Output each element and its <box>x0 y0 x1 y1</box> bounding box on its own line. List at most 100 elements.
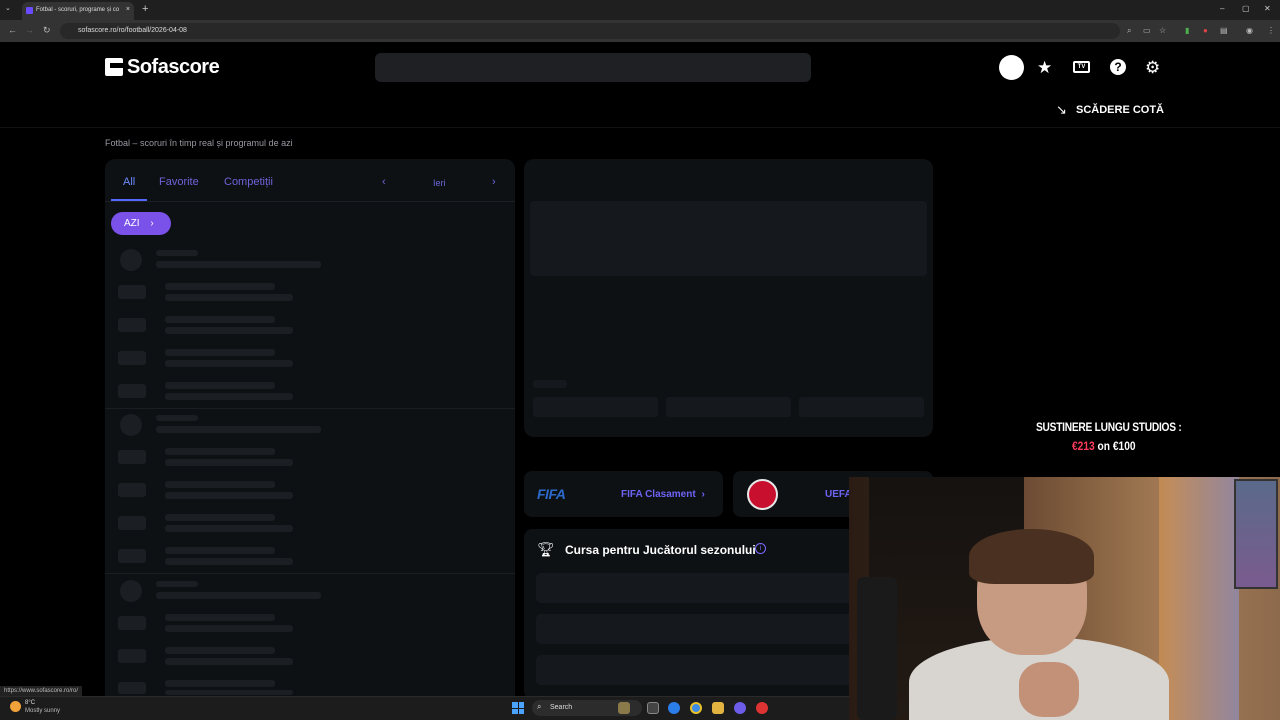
today-button-label: AZI <box>124 218 140 229</box>
loading-placeholder <box>165 614 275 621</box>
loading-placeholder <box>165 558 293 565</box>
loading-placeholder <box>165 459 293 466</box>
menu-kebab-icon[interactable]: ⋮ <box>1267 26 1275 35</box>
loading-placeholder <box>165 680 275 687</box>
loading-placeholder <box>118 549 146 563</box>
minimize-button[interactable]: – <box>1220 4 1224 13</box>
loading-placeholder <box>165 625 293 632</box>
profile-icon[interactable]: ◉ <box>1246 26 1253 35</box>
close-tab-icon[interactable]: × <box>126 6 130 13</box>
chevron-right-icon[interactable]: › <box>492 176 496 188</box>
loading-placeholder <box>165 647 275 654</box>
webcam-background <box>1234 479 1278 589</box>
loading-placeholder <box>165 283 275 290</box>
search-input[interactable] <box>375 53 811 82</box>
loading-placeholder <box>118 649 146 663</box>
loading-placeholder <box>118 285 146 299</box>
task-view-icon[interactable] <box>647 702 659 714</box>
extension-icon[interactable]: ▮ <box>1185 26 1189 35</box>
forward-icon[interactable]: → <box>25 25 34 35</box>
page-title: Fotbal – scoruri în timp real și program… <box>105 138 293 148</box>
loading-placeholder <box>118 682 146 694</box>
loading-placeholder <box>156 250 198 256</box>
uefa-ranking-link[interactable]: UEFA <box>825 489 852 500</box>
loading-placeholder <box>120 580 142 602</box>
tab-all[interactable]: All <box>123 176 135 188</box>
info-icon[interactable]: i <box>755 543 766 554</box>
app-icon[interactable] <box>756 702 768 714</box>
donation-goal: €100 <box>1112 439 1136 453</box>
tv-icon[interactable]: TV <box>1073 61 1090 73</box>
webcam-background <box>1159 477 1239 720</box>
extensions-puzzle-icon[interactable]: ▤ <box>1220 26 1228 35</box>
favorites-star-icon[interactable]: ★ <box>1037 58 1052 78</box>
edge-browser-icon[interactable] <box>668 702 680 714</box>
loading-placeholder <box>156 415 198 421</box>
section-divider <box>105 408 515 409</box>
odds-drop-link[interactable]: SCĂDERE COTĂ <box>1076 104 1164 116</box>
section-divider <box>105 573 515 574</box>
loading-placeholder <box>165 525 293 532</box>
discord-icon[interactable] <box>734 702 746 714</box>
maximize-button[interactable]: ▢ <box>1242 4 1250 13</box>
loading-placeholder <box>165 690 293 695</box>
help-icon[interactable]: ? <box>1110 59 1126 75</box>
settings-gear-icon[interactable]: ⚙ <box>1145 58 1160 78</box>
loading-placeholder <box>156 426 321 433</box>
browser-tab-bar <box>0 0 1280 20</box>
loading-placeholder <box>666 397 791 417</box>
webcam-overlay <box>849 477 1280 720</box>
search-icon: ⌕ <box>537 702 542 711</box>
trending-down-icon[interactable]: ↘ <box>1056 102 1067 118</box>
favicon-icon <box>26 7 33 14</box>
bookmark-star-icon[interactable]: ☆ <box>1159 26 1166 35</box>
trophy-icon: 🏆︎ <box>537 541 555 557</box>
loading-placeholder <box>165 382 275 389</box>
zoom-icon[interactable]: ⌕ <box>1127 26 1131 36</box>
new-tab-button[interactable]: + <box>142 3 148 15</box>
sofascore-logo-icon[interactable] <box>105 58 123 76</box>
loading-placeholder <box>118 483 146 497</box>
donation-separator: on <box>1097 439 1111 453</box>
header-divider <box>0 127 1280 128</box>
fifa-logo: FIFA <box>537 486 566 502</box>
player-race-title: Cursa pentru Jucătorul sezonului <box>565 543 756 557</box>
chevron-left-icon[interactable]: ‹ <box>382 176 386 188</box>
weather-description[interactable]: Mostly sunny <box>25 708 60 714</box>
streamer-hair <box>969 529 1094 584</box>
chevron-right-icon: › <box>701 489 705 500</box>
back-icon[interactable]: ← <box>8 25 17 35</box>
windows-start-icon[interactable] <box>512 702 524 714</box>
fifa-ranking-link[interactable]: FIFA Clasament › <box>621 489 705 500</box>
donation-title: SUSTINERE LUNGU STUDIOS : <box>1036 420 1182 434</box>
loading-placeholder <box>156 592 321 599</box>
reload-icon[interactable]: ↻ <box>43 25 51 36</box>
tab-favorites[interactable]: Favorite <box>159 176 199 188</box>
widgets-icon[interactable] <box>618 702 630 714</box>
chrome-browser-icon[interactable] <box>690 702 702 714</box>
avatar[interactable] <box>999 55 1024 80</box>
tabs-divider <box>105 201 515 202</box>
extension-icon[interactable]: ● <box>1203 26 1208 35</box>
sofascore-logo[interactable]: Sofascore <box>127 56 220 79</box>
loading-placeholder <box>120 249 142 271</box>
weather-sun-icon[interactable] <box>10 701 21 712</box>
loading-placeholder <box>165 316 275 323</box>
loading-placeholder <box>165 349 275 356</box>
loading-placeholder <box>165 514 275 521</box>
file-explorer-icon[interactable] <box>712 702 724 714</box>
microphone <box>857 577 897 720</box>
donation-current: €213 <box>1072 439 1095 453</box>
cast-icon[interactable]: ▭ <box>1143 26 1151 35</box>
browser-tab[interactable]: Fotbal - scoruri, programe și co × <box>22 2 134 20</box>
loading-placeholder <box>165 294 293 301</box>
tab-search-button[interactable]: ⌄ <box>5 4 11 12</box>
tab-competitions[interactable]: Competiții <box>224 176 273 188</box>
loading-placeholder <box>118 516 146 530</box>
url-field[interactable]: sofascore.ro/ro/football/2026-04-08 <box>60 23 1120 39</box>
close-window-button[interactable]: ✕ <box>1264 4 1271 13</box>
date-selector[interactable]: Ieri <box>433 178 446 188</box>
loading-placeholder <box>156 581 198 587</box>
weather-temperature[interactable]: 8°C <box>25 700 35 706</box>
today-button[interactable]: AZI › <box>111 212 171 235</box>
